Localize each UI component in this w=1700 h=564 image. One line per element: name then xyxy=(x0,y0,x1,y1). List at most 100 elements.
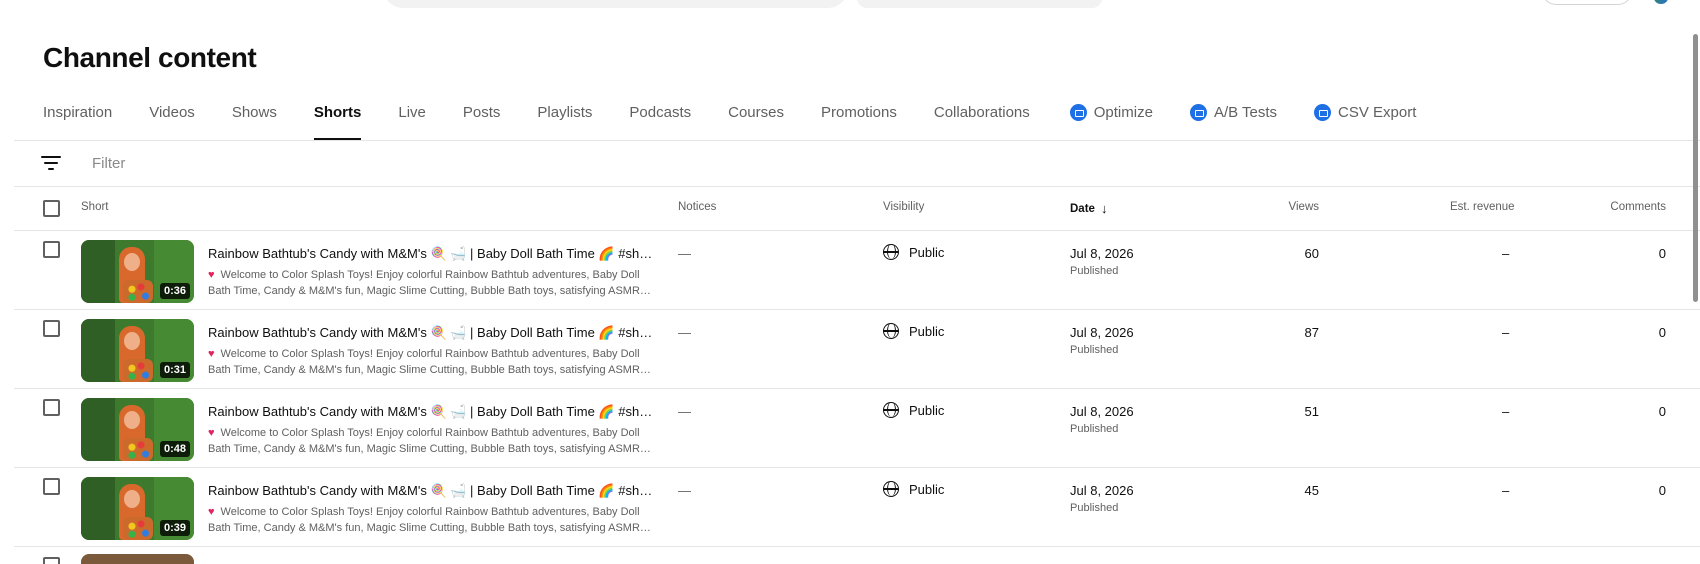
notice-value: — xyxy=(678,246,691,261)
tab-shorts[interactable]: Shorts xyxy=(313,104,362,140)
visibility-label: Public xyxy=(909,402,945,418)
tab-label: Collaborations xyxy=(933,104,1030,121)
revenue-value: – xyxy=(1502,325,1510,340)
table-row[interactable]: 0:39 Rainbow Bathtub's Candy with M&M's … xyxy=(0,468,1700,547)
tab-label: Optimize xyxy=(1093,104,1153,121)
notice-value: — xyxy=(678,404,691,419)
date-value: Jul 8, 2026 xyxy=(1070,483,1134,498)
date-value: Jul 8, 2026 xyxy=(1070,246,1134,261)
description-text: Welcome to Color Splash Toys! Enjoy colo… xyxy=(208,348,651,376)
header-visibility[interactable]: Visibility xyxy=(883,201,924,213)
table-row[interactable]: 0:31 Rainbow Bathtub's Candy with M&M's … xyxy=(0,310,1700,389)
tab-a-b-tests[interactable]: A/B Tests xyxy=(1189,104,1278,140)
description-text: Welcome to Color Splash Toys! Enjoy colo… xyxy=(208,269,651,297)
tab-videos[interactable]: Videos xyxy=(149,104,195,140)
duration-badge: 0:36 xyxy=(159,283,190,299)
filter-icon[interactable] xyxy=(41,155,61,171)
avatar[interactable] xyxy=(1654,0,1668,4)
views-value: 45 xyxy=(1304,483,1319,498)
table-row[interactable]: 0:48 Rainbow Bathtub's Candy with M&M's … xyxy=(0,389,1700,468)
divider xyxy=(14,140,1700,141)
search-bar[interactable] xyxy=(383,0,848,8)
visibility-label: Public xyxy=(909,323,945,339)
tab-optimize[interactable]: Optimize xyxy=(1069,104,1153,140)
tab-inspiration[interactable]: Inspiration xyxy=(43,104,112,140)
tab-playlists[interactable]: Playlists xyxy=(537,104,592,140)
create-button[interactable] xyxy=(1542,0,1632,5)
heart-icon: ♥ xyxy=(208,506,215,518)
header-comments[interactable]: Comments xyxy=(1610,201,1666,213)
revenue-value: – xyxy=(1502,246,1510,261)
visibility-cell[interactable]: Public xyxy=(883,481,944,497)
video-thumbnail[interactable]: 0:31 xyxy=(81,319,194,382)
views-value: 87 xyxy=(1304,325,1319,340)
header-notices[interactable]: Notices xyxy=(678,201,716,213)
tab-posts[interactable]: Posts xyxy=(463,104,501,140)
description-text: Welcome to Color Splash Toys! Enjoy colo… xyxy=(208,427,651,455)
header-views[interactable]: Views xyxy=(1289,201,1319,213)
tab-label: Podcasts xyxy=(629,104,692,121)
content-tabs: Inspiration Videos Shows Shorts Live Posts Pla… xyxy=(43,104,1416,140)
visibility-cell[interactable]: Public xyxy=(883,244,944,260)
video-description: ♥ Welcome to Color Splash Toys! Enjoy col… xyxy=(208,504,656,536)
row-checkbox[interactable] xyxy=(43,557,60,564)
date-value: Jul 8, 2026 xyxy=(1070,325,1134,340)
views-value: 60 xyxy=(1304,246,1319,261)
tab-label: A/B Tests xyxy=(1213,104,1278,121)
tab-live[interactable]: Live xyxy=(398,104,426,140)
header-date[interactable]: Date ↓ xyxy=(1070,201,1107,216)
revenue-value: – xyxy=(1502,483,1510,498)
video-description: ♥ Welcome to Color Splash Toys! Enjoy col… xyxy=(208,425,656,457)
row-checkbox[interactable] xyxy=(43,320,60,337)
tab-label: Promotions xyxy=(820,104,897,121)
tab-label: Shows xyxy=(231,104,277,121)
status-text: Published xyxy=(1070,423,1119,435)
video-title[interactable]: Rainbow Bathtub's Candy with M&M's 🍭 🛁 |… xyxy=(208,404,656,420)
status-text: Published xyxy=(1070,344,1119,356)
row-checkbox[interactable] xyxy=(43,241,60,258)
row-checkbox[interactable] xyxy=(43,478,60,495)
header-revenue[interactable]: Est. revenue xyxy=(1450,201,1515,213)
search-extension-bar[interactable] xyxy=(857,0,1102,8)
video-thumbnail[interactable]: 0:48 xyxy=(81,398,194,461)
tab-label: Playlists xyxy=(537,104,593,121)
filter-input[interactable]: Filter xyxy=(92,155,125,172)
table-row[interactable]: 0:36 Rainbow Bathtub's Candy with M&M's … xyxy=(0,231,1700,310)
tab-shows[interactable]: Shows xyxy=(232,104,277,140)
tab-label: Videos xyxy=(149,104,195,121)
visibility-cell[interactable]: Public xyxy=(883,402,944,418)
tab-label: Posts xyxy=(462,104,501,121)
tab-podcasts[interactable]: Podcasts xyxy=(629,104,691,140)
tab-csv-export[interactable]: CSV Export xyxy=(1314,104,1416,140)
header-short[interactable]: Short xyxy=(81,201,109,213)
tab-promotions[interactable]: Promotions xyxy=(821,104,897,140)
video-title[interactable]: Rainbow Bathtub's Candy with M&M's 🍭 🛁 |… xyxy=(208,325,656,341)
page-title: Channel content xyxy=(43,42,257,73)
visibility-label: Public xyxy=(909,244,945,260)
scrollbar-thumb[interactable] xyxy=(1693,34,1698,302)
video-thumbnail[interactable]: 0:36 xyxy=(81,240,194,303)
visibility-cell[interactable]: Public xyxy=(883,323,944,339)
video-title[interactable]: Rainbow Bathtub's Candy with M&M's 🍭 🛁 |… xyxy=(208,246,656,262)
notice-value: — xyxy=(678,483,691,498)
video-title[interactable]: Rainbow Bathtub's Candy with M&M's 🍭 🛁 |… xyxy=(208,483,656,499)
tab-courses[interactable]: Courses xyxy=(728,104,784,140)
select-all-checkbox[interactable] xyxy=(43,200,60,217)
tab-label: Inspiration xyxy=(43,104,113,121)
views-value: 51 xyxy=(1304,404,1319,419)
heart-icon: ♥ xyxy=(208,427,215,439)
status-text: Published xyxy=(1070,265,1119,277)
tab-label: Shorts xyxy=(313,104,362,121)
header-date-label: Date xyxy=(1070,202,1095,215)
comments-value: 0 xyxy=(1658,246,1666,261)
globe-icon xyxy=(883,402,899,418)
video-thumbnail[interactable]: 0:39 xyxy=(81,477,194,540)
duration-badge: 0:31 xyxy=(159,362,190,378)
video-thumbnail[interactable] xyxy=(81,554,194,564)
heart-icon: ♥ xyxy=(208,348,215,360)
heart-icon: ♥ xyxy=(208,269,215,281)
row-checkbox[interactable] xyxy=(43,399,60,416)
top-bar xyxy=(0,0,1700,10)
comments-value: 0 xyxy=(1658,325,1666,340)
tab-collaborations[interactable]: Collaborations xyxy=(934,104,1030,140)
